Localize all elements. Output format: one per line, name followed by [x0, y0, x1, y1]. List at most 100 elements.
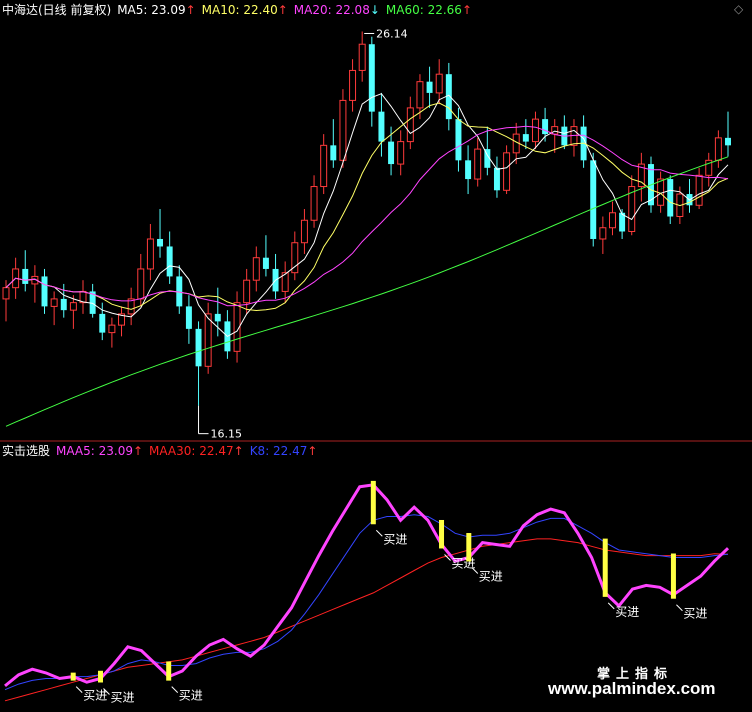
- buy-signal-bar: [166, 661, 172, 681]
- ma60-arrow: ↑: [461, 3, 472, 17]
- candle-body-down: [542, 119, 549, 135]
- bottom-panel-title: 实击选股: [2, 444, 51, 458]
- buy-signal-label: 买进: [479, 569, 503, 583]
- buy-signal-bar: [602, 538, 608, 597]
- candle: [628, 175, 636, 236]
- ma60-line: [5, 156, 729, 427]
- chart-canvas: 26.1416.15买进 买进 买进买进买进买进买进 买进: [0, 27, 752, 704]
- candle: [69, 295, 77, 329]
- candle: [166, 231, 173, 284]
- candle: [310, 175, 318, 228]
- candle: [108, 317, 116, 348]
- ma60-legend: MA60: 22.66↑: [386, 3, 472, 17]
- candle: [378, 92, 385, 157]
- ma10-arrow: ↑: [277, 3, 288, 17]
- candle-body-down: [330, 145, 337, 161]
- candle: [176, 265, 183, 314]
- candle-body-down: [262, 257, 269, 269]
- candle-body-up: [349, 69, 357, 101]
- candle-body-up: [397, 141, 405, 165]
- candle-body-down: [22, 268, 29, 284]
- candle-body-up: [416, 81, 424, 109]
- candle-body-down: [590, 160, 597, 239]
- k8-arrow: ↑: [307, 444, 318, 458]
- candle-body-up: [310, 186, 318, 221]
- buy-signal-bar: [370, 480, 376, 525]
- candle: [31, 265, 39, 303]
- candle-body-down: [157, 238, 164, 247]
- ma20-arrow: ↓: [369, 3, 380, 17]
- ma10-legend: MA10: 22.40↑: [202, 3, 288, 17]
- maa5-value: MAA5: 23.09: [56, 444, 133, 458]
- candles-group: [2, 31, 731, 406]
- candle: [397, 130, 405, 176]
- candle: [60, 283, 67, 318]
- candle-body-down: [378, 111, 385, 142]
- candle: [426, 66, 433, 108]
- maa30-legend: MAA30: 22.47↑: [149, 444, 244, 458]
- candle: [300, 209, 308, 254]
- candle: [127, 287, 135, 326]
- candle: [493, 156, 500, 198]
- candle: [146, 224, 154, 281]
- candle: [157, 209, 164, 258]
- high-price-label: 26.14: [376, 27, 408, 40]
- candle-body-down: [455, 119, 462, 161]
- candle-body-up: [2, 287, 10, 300]
- candle-body-up: [320, 144, 328, 188]
- ma5-legend: MA5: 23.09↑: [117, 3, 195, 17]
- buy-signal-bar: [466, 533, 472, 562]
- candle: [320, 134, 328, 195]
- candle: [590, 152, 597, 247]
- candle: [358, 31, 366, 82]
- buy-signal-label: 买进: [179, 689, 203, 703]
- candle: [474, 137, 482, 187]
- candle-body-up: [252, 257, 260, 281]
- candle-body-down: [667, 179, 674, 217]
- candle: [368, 36, 375, 127]
- k8-value: K8: 22.47: [249, 444, 308, 458]
- buy-signal-label: 买进: [83, 689, 107, 703]
- candle-body-down: [465, 160, 472, 180]
- candle: [522, 119, 529, 150]
- buy-signal-label: 买进: [383, 532, 407, 546]
- candle: [330, 119, 337, 168]
- candle: [435, 59, 443, 105]
- candle: [349, 59, 357, 112]
- candle-body-up: [50, 298, 58, 307]
- candle: [272, 253, 279, 299]
- candle: [551, 119, 559, 153]
- candle-body-down: [368, 44, 375, 112]
- candle: [79, 280, 87, 314]
- candle-body-down: [99, 313, 106, 333]
- buy-signal-bar: [670, 553, 676, 599]
- candle-body-up: [714, 137, 722, 161]
- candle: [185, 295, 192, 344]
- candle-body-up: [695, 174, 703, 206]
- top-panel-title: 中海达(日线 前复权): [2, 3, 112, 17]
- candle-body-down: [60, 298, 67, 311]
- buy-signal-arrow: [607, 602, 615, 610]
- corner-diamond-icon[interactable]: ◇: [734, 2, 743, 16]
- candle-body-up: [406, 107, 414, 143]
- candle: [599, 216, 607, 254]
- bottom-panel-header: 实击选股 MAA5: 23.09↑ MAA30: 22.47↑ K8: 22.47↑: [2, 444, 323, 458]
- candle: [406, 96, 414, 150]
- candle: [686, 179, 693, 213]
- ma5-arrow: ↑: [185, 3, 196, 17]
- maa30-arrow: ↑: [233, 444, 244, 458]
- ma20-value: MA20: 22.08: [293, 3, 370, 17]
- candle: [667, 175, 674, 224]
- buy-signal-label: 买进: [683, 607, 707, 621]
- candle-body-down: [725, 137, 731, 146]
- candle: [291, 231, 299, 281]
- ma10-line: [5, 102, 729, 312]
- candle-body-up: [551, 126, 559, 135]
- candle-body-up: [599, 227, 607, 240]
- candle-body-up: [339, 99, 347, 161]
- candle-body-down: [185, 306, 192, 329]
- ma10-value: MA10: 22.40: [201, 3, 278, 17]
- candle: [252, 246, 260, 292]
- candle-body-up: [531, 118, 539, 143]
- candle-body-up: [474, 148, 482, 180]
